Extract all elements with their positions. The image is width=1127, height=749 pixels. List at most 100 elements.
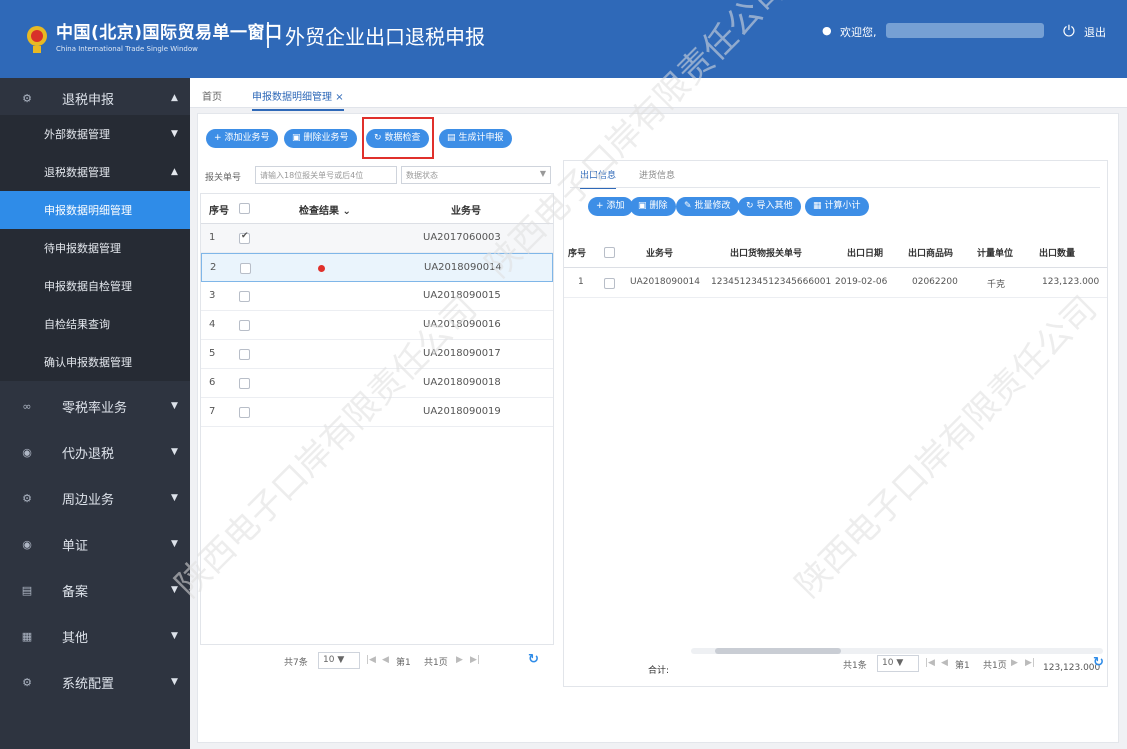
customs-no-input[interactable]: 请输入18位报关单号或后4位 — [255, 166, 397, 184]
sidebar-item-filing[interactable]: ▤ 备案 ▼ — [0, 570, 190, 610]
sidebar-item-label: 退税数据管理 — [44, 166, 110, 179]
delete-business-button[interactable]: ▣ 删除业务号 — [284, 129, 357, 148]
col-business-no: 业务号 — [451, 206, 481, 217]
next-page-icon[interactable]: ▶ — [456, 655, 463, 665]
next-page-icon[interactable]: ▶ — [1011, 658, 1018, 668]
row-checkbox[interactable] — [604, 278, 615, 289]
col-customs-declaration-no: 出口货物报关单号 — [730, 249, 803, 259]
last-page-icon[interactable]: ▶| — [470, 655, 480, 665]
gear-icon: ⚙ — [22, 91, 32, 105]
row-checkbox[interactable] — [239, 231, 250, 244]
row-checkbox[interactable] — [239, 407, 250, 418]
refresh-icon[interactable]: ↻ — [528, 652, 539, 667]
row-seq: 5 — [209, 348, 216, 359]
refresh-icon[interactable]: ↻ — [1093, 655, 1104, 670]
first-page-icon[interactable]: |◀ — [366, 655, 376, 665]
data-check-button[interactable]: ↻ 数据检查 — [366, 129, 429, 148]
delete-button[interactable]: ▣ 删除 — [630, 197, 676, 216]
plus-icon: + — [214, 133, 222, 143]
tab-declaration-detail[interactable]: 申报数据明细管理 × — [252, 88, 344, 111]
row-checkbox[interactable] — [240, 263, 251, 274]
table-row[interactable]: 5 UA2018090017 — [201, 340, 553, 369]
tab-purchase-info[interactable]: 进货信息 — [639, 168, 675, 181]
row-checkbox[interactable] — [239, 349, 250, 360]
scroll-thumb[interactable] — [715, 648, 841, 654]
sidebar-item-peripheral[interactable]: ⚙ 周边业务 ▼ — [0, 478, 190, 518]
tab-home[interactable]: 首页 — [202, 88, 222, 103]
last-page-icon[interactable]: ▶| — [1025, 658, 1035, 668]
right-pagination: 共1条 10 ▼ |◀ ◀ 第1 共1页 ▶ ▶| ↻ — [843, 655, 1108, 675]
table-row[interactable]: 6 UA2018090018 — [201, 369, 553, 398]
sidebar-sub-refund-data[interactable]: 退税数据管理 ▲ — [0, 153, 190, 191]
tab-bar: 首页 申报数据明细管理 × — [190, 78, 1127, 111]
sidebar-sub-pending-declaration[interactable]: 待申报数据管理 — [0, 229, 190, 267]
power-icon[interactable]: ⏻ — [1063, 22, 1075, 40]
chevron-down-icon: ▼ — [337, 655, 345, 665]
page-size-select[interactable]: 10 ▼ — [877, 655, 919, 672]
page-label[interactable]: 第1 — [955, 658, 970, 671]
caret-down-icon: ▼ — [171, 129, 178, 139]
col-commodity-code: 出口商品码 — [908, 249, 954, 259]
table-row[interactable]: 4 UA2018090016 — [201, 311, 553, 340]
add-button[interactable]: + 添加 — [588, 197, 633, 216]
import-other-button[interactable]: ↻ 导入其他 — [738, 197, 801, 216]
error-dot-icon — [318, 265, 325, 272]
select-all-checkbox[interactable] — [604, 247, 615, 258]
tab-export-info[interactable]: 出口信息 — [580, 168, 617, 189]
data-status-select[interactable]: 数据状态 ▼ — [401, 166, 551, 184]
sidebar-item-label: 待申报数据管理 — [44, 242, 121, 255]
table-row[interactable]: 2 UA2018090014 — [201, 253, 553, 282]
row-checkbox[interactable] — [239, 320, 250, 331]
sidebar-sub-declaration-detail[interactable]: 申报数据明细管理 — [0, 191, 190, 229]
row-quantity: 123,123.000 — [1042, 277, 1100, 287]
calc-subtotal-button[interactable]: ▦ 计算小计 — [805, 197, 869, 216]
table-row[interactable]: 1 UA2017060003 — [201, 224, 553, 253]
row-seq: 3 — [209, 290, 216, 301]
sidebar-item-documents[interactable]: ◉ 单证 ▼ — [0, 524, 190, 564]
table-row[interactable]: 7 UA2018090019 — [201, 398, 553, 427]
sidebar-item-other[interactable]: ▦ 其他 ▼ — [0, 616, 190, 656]
prev-page-icon[interactable]: ◀ — [382, 655, 389, 665]
caret-down-icon: ▼ — [171, 447, 178, 457]
page-size-select[interactable]: 10 ▼ — [318, 652, 360, 669]
sidebar-sub-confirm-declaration[interactable]: 确认申报数据管理 — [0, 343, 190, 381]
sidebar-item-label: 系统配置 — [62, 676, 115, 692]
row-business-no: UA2018090017 — [423, 348, 501, 359]
close-icon[interactable]: × — [335, 92, 343, 103]
col-check-result[interactable]: 检查结果 ⌄ — [299, 202, 351, 217]
caret-down-icon: ▼ — [171, 539, 178, 549]
button-label: 添加 — [606, 201, 625, 211]
chevron-down-icon: ▼ — [896, 658, 904, 668]
sidebar-item-label: 单证 — [62, 538, 89, 554]
sidebar-item-label: 外部数据管理 — [44, 128, 110, 141]
table-row[interactable]: 3 UA2018090015 — [201, 282, 553, 311]
col-quantity: 出口数量 — [1039, 249, 1076, 259]
plus-icon: + — [596, 201, 604, 211]
sidebar-sub-self-check[interactable]: 申报数据自检管理 — [0, 267, 190, 305]
col-business-no: 业务号 — [646, 249, 674, 259]
first-page-icon[interactable]: |◀ — [925, 658, 935, 668]
col-label: 检查结果 — [299, 206, 339, 217]
row-checkbox[interactable] — [239, 378, 250, 389]
add-business-button[interactable]: + 添加业务号 — [206, 129, 278, 148]
sidebar-item-tax-refund[interactable]: ⚙ 退税申报 ▲ — [0, 78, 190, 118]
sidebar-item-label: 备案 — [62, 584, 89, 600]
horizontal-scrollbar[interactable] — [691, 648, 1103, 654]
calculator-icon: ▦ — [813, 201, 822, 211]
col-seq: 序号 — [209, 206, 229, 217]
sidebar-sub-external-data[interactable]: 外部数据管理 ▼ — [0, 115, 190, 153]
row-checkbox[interactable] — [239, 291, 250, 302]
row-business-no: UA2018090019 — [423, 406, 501, 417]
logout-link[interactable]: 退出 — [1084, 24, 1106, 40]
prev-page-icon[interactable]: ◀ — [941, 658, 948, 668]
select-all-checkbox[interactable] — [239, 203, 250, 214]
sidebar-item-agent-refund[interactable]: ◉ 代办退税 ▼ — [0, 432, 190, 472]
row-seq: 1 — [209, 232, 216, 243]
sidebar-sub-check-results[interactable]: 自检结果查询 — [0, 305, 190, 343]
batch-edit-button[interactable]: ✎ 批量修改 — [676, 197, 739, 216]
generate-declaration-button[interactable]: ▤ 生成计申报 — [439, 129, 512, 148]
table-row[interactable]: 1 UA2018090014 123451234512345666001 201… — [564, 269, 1107, 298]
sidebar-item-system-config[interactable]: ⚙ 系统配置 ▼ — [0, 662, 190, 702]
page-label[interactable]: 第1 — [396, 655, 411, 668]
sidebar-item-zero-tax[interactable]: ∞ 零税率业务 ▼ — [0, 386, 190, 426]
